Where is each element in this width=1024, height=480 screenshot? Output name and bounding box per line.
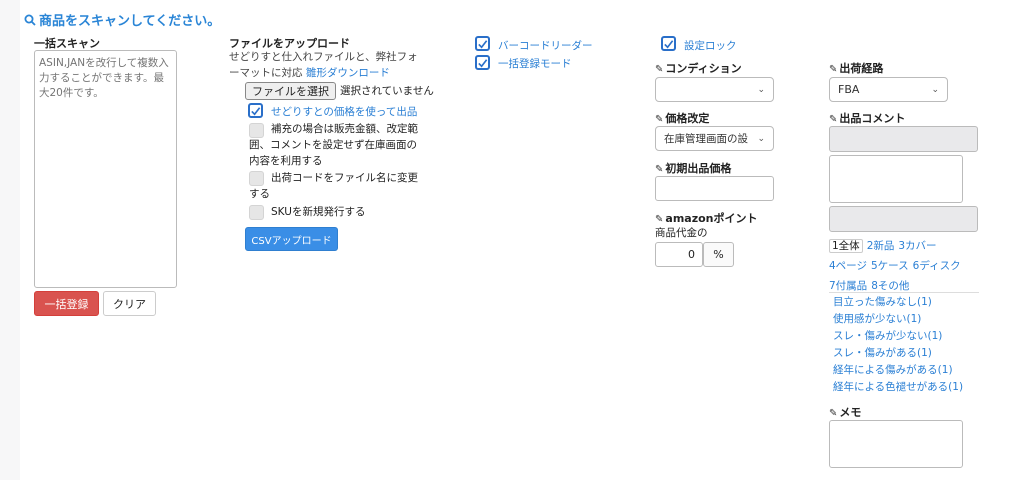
search-icon	[24, 14, 36, 26]
tag-icon: ✎	[829, 408, 838, 419]
price-option-label: せどりすとの価格を使って出品	[271, 106, 418, 118]
chevron-down-icon: ⌄	[757, 84, 765, 95]
tag-icon: ✎	[829, 114, 838, 125]
barcode-reader-checkbox[interactable]	[475, 36, 490, 51]
tab-case[interactable]: 5ケース	[871, 260, 909, 272]
shipcode-option-line2: する	[249, 188, 270, 200]
shipcode-option-checkbox[interactable]	[249, 171, 264, 186]
comment-textarea[interactable]	[829, 155, 963, 203]
chevron-down-icon: ⌄	[931, 84, 939, 95]
bulk-mode-checkbox[interactable]	[475, 55, 490, 70]
list-item[interactable]: スレ・傷みが少ない(1)	[833, 328, 963, 345]
bulk-register-button[interactable]: 一括登録	[34, 291, 99, 316]
supplement-option-line3: 内容を利用する	[249, 155, 323, 167]
bulk-mode-label: 一括登録モード	[498, 58, 572, 70]
divider	[829, 292, 979, 293]
initial-price-input[interactable]	[655, 176, 774, 201]
list-item[interactable]: 目立った傷みなし(1)	[833, 294, 963, 311]
memo-label: ✎ メモ	[829, 404, 861, 420]
upload-desc-line2: ーマットに対応 雛形ダウンロード	[229, 65, 390, 81]
clear-button[interactable]: クリア	[103, 291, 156, 316]
sku-option-label: SKUを新規発行する	[271, 206, 366, 218]
supplement-option-line1: 補充の場合は販売金額、改定範	[271, 123, 418, 135]
initial-price-label: ✎ 初期出品価格	[655, 160, 731, 176]
price-revision-select-value: 在庫管理画面の設	[664, 133, 748, 145]
percent-addon: %	[703, 242, 734, 267]
tag-icon: ✎	[655, 214, 664, 225]
choose-file-button[interactable]: ファイルを選択	[245, 82, 336, 100]
supplement-option-checkbox[interactable]	[249, 123, 264, 138]
bulk-scan-label: 一括スキャン	[34, 37, 100, 50]
checkbox-checked-icon	[664, 39, 674, 48]
price-revision-label: ✎ 価格改定	[655, 110, 709, 126]
listing-comment-label-text: 出品コメント	[839, 112, 906, 125]
product-amount-label: 商品代金の	[655, 227, 708, 239]
tag-icon: ✎	[829, 64, 838, 75]
condition-label: ✎ コンディション	[655, 60, 742, 76]
setting-lock-label: 設定ロック	[684, 40, 737, 52]
condition-label-text: コンディション	[665, 62, 742, 75]
tag-icon: ✎	[655, 64, 664, 75]
tab-disc[interactable]: 6ディスク	[913, 260, 961, 272]
memo-textarea[interactable]	[829, 420, 963, 468]
amazon-point-label: ✎ amazonポイント	[655, 210, 758, 226]
upload-desc-line1: せどりすと仕入れファイルと、弊社フォ	[229, 51, 418, 63]
tab-new[interactable]: 2新品	[867, 240, 895, 252]
bulk-scan-textarea[interactable]	[34, 50, 177, 288]
setting-lock-checkbox[interactable]	[661, 36, 676, 51]
tab-other[interactable]: 8その他	[871, 280, 909, 292]
tab-cover[interactable]: 3カバー	[898, 240, 936, 252]
memo-label-text: メモ	[839, 406, 862, 419]
shipcode-option-line1: 出荷コードをファイル名に変更	[271, 172, 418, 184]
listing-comment-label: ✎ 出品コメント	[829, 110, 905, 126]
condition-comment-list: 目立った傷みなし(1) 使用感が少ない(1) スレ・傷みが少ない(1) スレ・傷…	[833, 294, 963, 396]
shipping-route-label-text: 出荷経路	[839, 62, 884, 75]
page-title: 商品をスキャンしてください。	[24, 10, 220, 29]
comment-suffix-input[interactable]	[829, 206, 978, 232]
page-title-text: 商品をスキャンしてください。	[39, 14, 221, 29]
checkbox-checked-icon	[478, 58, 488, 67]
tab-page[interactable]: 4ページ	[829, 260, 867, 272]
condition-select[interactable]: ⌄	[655, 77, 774, 102]
list-item[interactable]: 経年による傷みがある(1)	[833, 362, 963, 379]
barcode-reader-label: バーコードリーダー	[498, 40, 593, 52]
checkbox-checked-icon	[478, 39, 488, 48]
supplement-option-line2: 囲、コメントを設定せず在庫画面の	[249, 139, 417, 151]
initial-price-label-text: 初期出品価格	[665, 162, 732, 175]
page: 商品をスキャンしてください。 一括スキャン 一括登録 クリア ファイルをアップロ…	[20, 0, 1024, 480]
tab-accessory[interactable]: 7付属品	[829, 280, 867, 292]
point-input[interactable]: 0	[655, 242, 703, 267]
price-revision-label-text: 価格改定	[665, 112, 710, 125]
file-input: ファイルを選択 選択されていません	[245, 82, 434, 100]
shipping-route-select-value: FBA	[838, 83, 860, 96]
shipping-route-select[interactable]: FBA ⌄	[829, 77, 948, 102]
price-revision-select[interactable]: 在庫管理画面の設 ⌄	[655, 126, 774, 151]
checkbox-checked-icon	[251, 106, 261, 115]
comment-category-tabs: 1全体 2新品 3カバー 4ページ 5ケース 6ディスク 7付属品 8その他	[829, 236, 989, 296]
price-option-checkbox[interactable]	[248, 103, 263, 118]
shipping-route-label: ✎ 出荷経路	[829, 60, 883, 76]
sku-option-checkbox[interactable]	[249, 205, 264, 220]
csv-upload-button[interactable]: CSVアップロード	[245, 227, 338, 251]
tag-icon: ✎	[655, 164, 664, 175]
no-file-text: 選択されていません	[340, 85, 434, 97]
template-download-link[interactable]: 雛形ダウンロード	[306, 67, 390, 79]
amazon-point-label-text: amazonポイント	[665, 212, 758, 225]
upload-desc-text: ーマットに対応	[229, 67, 303, 79]
list-item[interactable]: スレ・傷みがある(1)	[833, 345, 963, 362]
tab-all[interactable]: 1全体	[829, 239, 863, 253]
chevron-down-icon: ⌄	[757, 133, 765, 144]
list-item[interactable]: 使用感が少ない(1)	[833, 311, 963, 328]
list-item[interactable]: 経年による色褪せがある(1)	[833, 379, 963, 396]
tag-icon: ✎	[655, 114, 664, 125]
comment-prefix-input[interactable]	[829, 126, 978, 152]
